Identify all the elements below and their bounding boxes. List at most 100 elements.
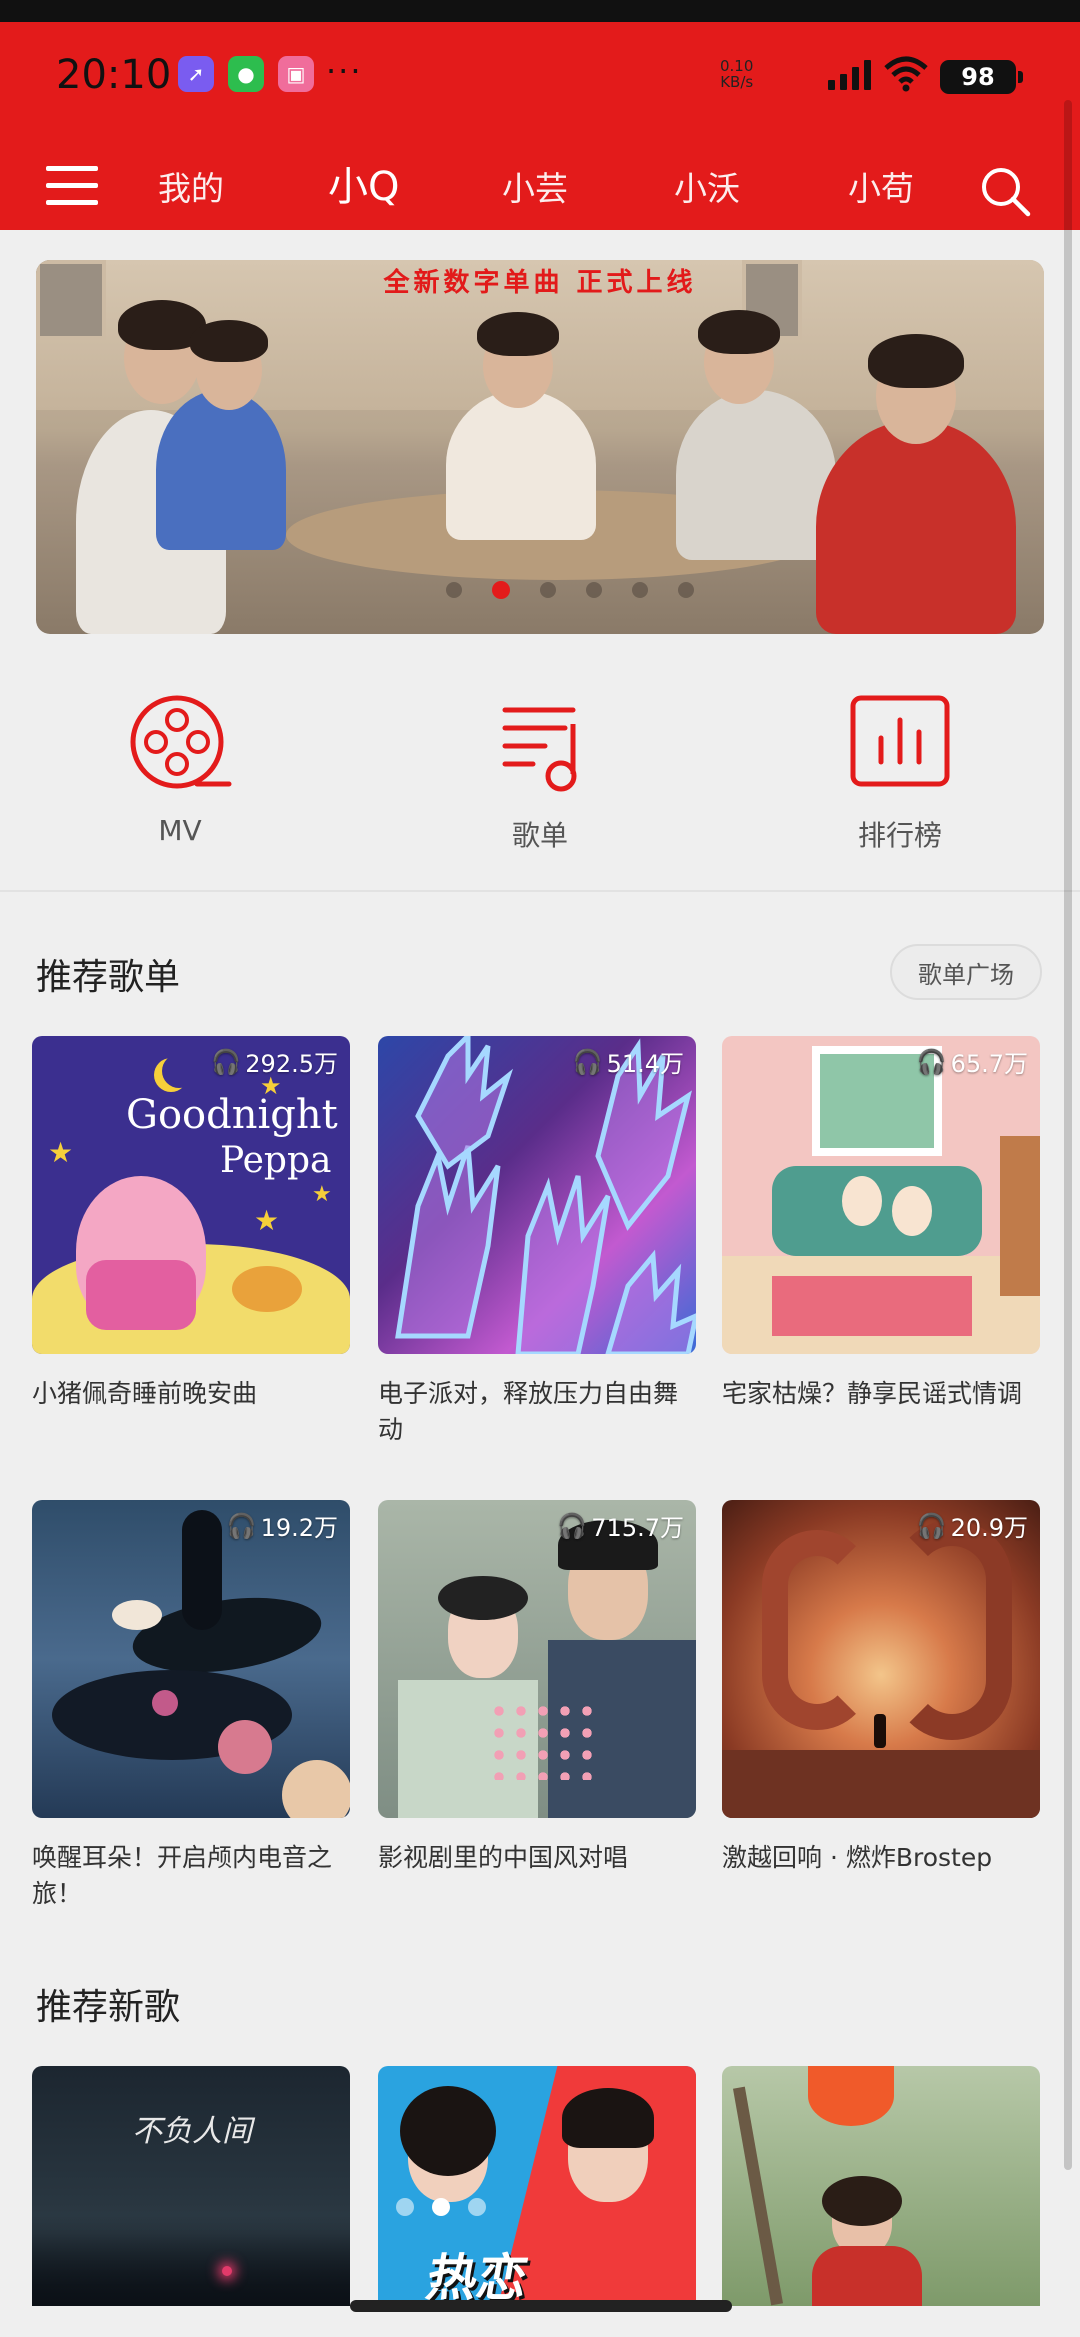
peppa-dress: [86, 1260, 196, 1330]
film-reel-icon: [130, 695, 232, 789]
star-icon: ★: [48, 1136, 74, 1169]
playlist-plaza-button[interactable]: 歌单广场: [890, 944, 1042, 1000]
play-count: 🎧 51.4万: [573, 1044, 684, 1079]
play-count: 🎧 715.7万: [557, 1508, 684, 1543]
playlist-card[interactable]: 🎧 65.7万 宅家枯燥？静享民谣式情调: [722, 1036, 1040, 1412]
more-notifications-icon: ···: [326, 52, 363, 90]
net-speed-value: 0.10: [720, 57, 754, 75]
playlist-cover: 🎧 20.9万: [722, 1500, 1040, 1818]
search-icon[interactable]: [978, 164, 1032, 218]
tab-xiaowo[interactable]: 小沃: [674, 162, 740, 210]
play-count-value: 20.9万: [950, 1514, 1028, 1542]
headphones-icon: 🎧: [916, 1511, 947, 1540]
banner-indicator-dot[interactable]: [678, 582, 694, 598]
playlist-title: 激越回响 · 燃炸Brostep: [722, 1843, 993, 1872]
cellular-signal-icon: [828, 60, 871, 90]
cover-tree: [732, 2086, 784, 2306]
banner-indicator-dot[interactable]: [492, 581, 510, 599]
star-icon: ★: [254, 1204, 280, 1237]
quick-charts[interactable]: 排行榜: [800, 690, 1000, 854]
banner-indicator-dot[interactable]: [632, 582, 648, 598]
indicator-dot: [468, 2198, 486, 2216]
status-bar: 20:10 ➚ ● ▣ ··· 0.10 KB/s 98: [0, 22, 1080, 132]
battery-indicator: 98: [940, 60, 1023, 94]
quick-playlist-label: 歌单: [511, 819, 568, 852]
headphones-icon: 🎧: [226, 1511, 257, 1540]
banner-person: [816, 420, 1016, 634]
cover-wave: [128, 1587, 326, 1683]
quick-mv[interactable]: MV: [80, 690, 280, 847]
banner-indicator-dot[interactable]: [586, 582, 602, 598]
play-count-value: 65.7万: [950, 1050, 1028, 1078]
section-divider: [0, 890, 1080, 892]
cover-planet: [282, 1760, 350, 1818]
cover-hands-art: [395, 1036, 696, 1354]
playlist-card[interactable]: 🎧 19.2万 唤醒耳朵！开启颅内电音之旅！: [32, 1500, 350, 1912]
banner-indicator-dot[interactable]: [446, 582, 462, 598]
cover-person: [892, 1186, 932, 1236]
banner-hair: [698, 310, 780, 354]
home-indicator[interactable]: [350, 2300, 732, 2312]
cover-ground: [722, 1750, 1040, 1818]
tab-xiaogou[interactable]: 小苟: [848, 162, 914, 210]
play-count: 🎧 20.9万: [917, 1508, 1028, 1543]
playlist-card[interactable]: 🎧 20.9万 激越回响 · 燃炸Brostep: [722, 1500, 1040, 1876]
cover-text-goodnight: Goodnight: [126, 1092, 338, 1138]
playlist-cover: Goodnight Peppa ★ ★ ★ ★ 🎧 292.5万: [32, 1036, 350, 1354]
playlist-cover: 🎧 19.2万: [32, 1500, 350, 1818]
quick-playlist[interactable]: 歌单: [440, 690, 640, 854]
top-nav: 我的 小Q 小芸 小沃 小苟: [0, 132, 1080, 230]
song-cover: [722, 2066, 1040, 2306]
menu-icon[interactable]: [46, 166, 98, 206]
song-card[interactable]: 热恋: [378, 2066, 696, 2306]
play-count: 🎧 65.7万: [917, 1044, 1028, 1079]
cover-shelf: [1000, 1136, 1040, 1296]
screen-top-edge: [0, 0, 1080, 22]
recommended-playlists-title: 推荐歌单: [36, 957, 181, 998]
play-count-value: 292.5万: [245, 1050, 338, 1078]
quick-mv-label: MV: [158, 814, 202, 847]
moon-icon: [162, 1054, 196, 1088]
net-speed: 0.10 KB/s: [720, 58, 753, 90]
tab-mine[interactable]: 我的: [158, 162, 224, 210]
playlist-card[interactable]: 🎧 51.4万 电子派对，释放压力自由舞动: [378, 1036, 696, 1448]
playlist-note-icon: [502, 707, 577, 792]
banner-hair: [868, 334, 964, 388]
cover-person: [842, 1176, 882, 1226]
status-app-icons: ➚ ● ▣: [178, 56, 314, 92]
promo-banner[interactable]: 全新数字单曲 正式上线: [36, 260, 1044, 634]
song-cover-title: 不负人间: [132, 2114, 252, 2149]
banner-indicators: [446, 581, 694, 599]
cover-woman-hair: [438, 1576, 528, 1620]
playlist-card[interactable]: Goodnight Peppa ★ ★ ★ ★ 🎧 292.5万 小猪佩奇睡前晚安…: [32, 1036, 350, 1412]
song-cover: 热恋: [378, 2066, 696, 2306]
status-time: 20:10: [56, 52, 172, 98]
cover-light: [222, 2266, 232, 2276]
headphones-icon: 🎧: [557, 1511, 588, 1540]
play-count-value: 715.7万: [591, 1514, 684, 1542]
wechat-icon: ●: [228, 56, 264, 92]
chart-bars-icon: [850, 695, 950, 787]
rocket-icon: ➚: [178, 56, 214, 92]
playlist-title: 宅家枯燥？静享民谣式情调: [722, 1379, 1023, 1408]
banner-person: [446, 390, 596, 540]
play-count: 🎧 19.2万: [227, 1508, 338, 1543]
star-icon: ★: [312, 1182, 332, 1207]
cover-figure-hair: [182, 1510, 222, 1630]
song-card[interactable]: 不负人间: [32, 2066, 350, 2306]
banner-indicator-dot[interactable]: [540, 582, 556, 598]
playlist-title: 小猪佩奇睡前晚安曲: [32, 1379, 258, 1408]
scrollbar[interactable]: [1064, 100, 1072, 2170]
banner-headline: 全新数字单曲 正式上线: [383, 268, 697, 298]
song-cover: 不负人间: [32, 2066, 350, 2306]
playlist-title: 影视剧里的中国风对唱: [378, 1843, 629, 1872]
cover-planet: [218, 1720, 272, 1774]
tab-xiaoyun[interactable]: 小芸: [502, 162, 568, 210]
playlist-title: 唤醒耳朵！开启颅内电音之旅！: [32, 1843, 333, 1908]
cover-silhouette: [874, 1714, 886, 1748]
tab-xiaoq[interactable]: 小Q: [328, 154, 399, 212]
playlist-card[interactable]: 🎧 715.7万 影视剧里的中国风对唱: [378, 1500, 696, 1876]
cover-girl-hair: [562, 2088, 654, 2148]
song-card[interactable]: [722, 2066, 1040, 2306]
banner-hair: [190, 320, 268, 362]
